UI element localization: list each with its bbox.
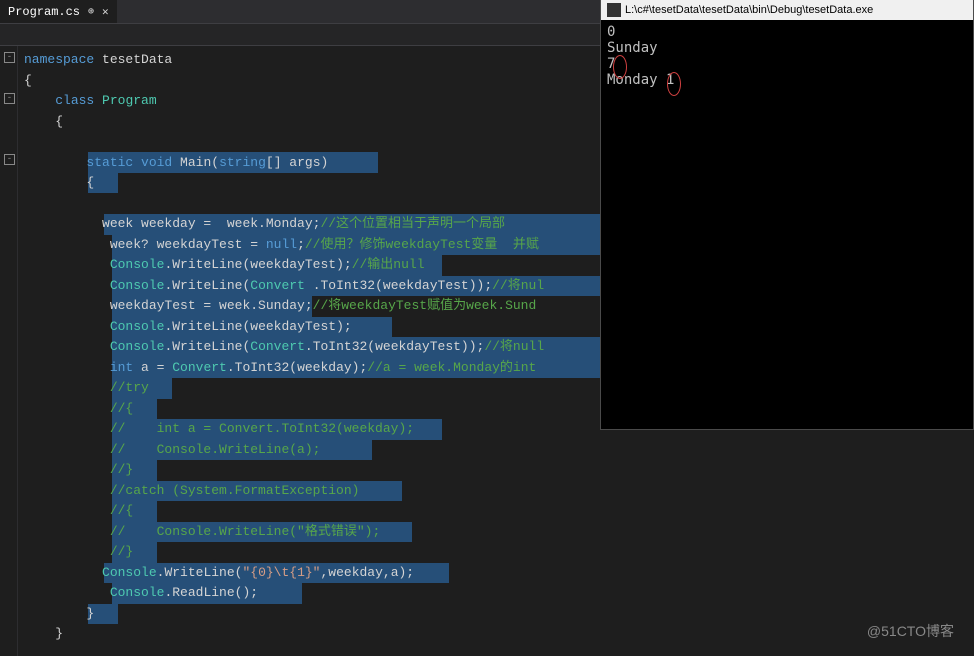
fold-button[interactable]: - xyxy=(4,52,15,63)
code-line: // Console.WriteLine("格式错误"); xyxy=(18,522,974,543)
console-line: 0 xyxy=(607,24,967,40)
annotation-circle xyxy=(613,55,627,79)
console-window[interactable]: L:\c#\tesetData\tesetData\bin\Debug\tese… xyxy=(600,0,974,430)
code-line: //catch (System.FormatException) xyxy=(18,481,974,502)
tab-title: Program.cs xyxy=(8,5,80,19)
fold-button[interactable]: - xyxy=(4,154,15,165)
code-line: } xyxy=(18,624,974,645)
fold-button[interactable]: - xyxy=(4,93,15,104)
console-icon xyxy=(607,3,621,17)
console-line: Sunday xyxy=(607,40,967,56)
file-tab[interactable]: Program.cs ⊕ ✕ xyxy=(0,0,117,23)
pin-icon[interactable]: ⊕ xyxy=(88,6,94,18)
console-line: 7 xyxy=(607,56,967,72)
console-line: Monday 1 xyxy=(607,72,967,88)
code-line: Console.WriteLine("{0}\t{1}",weekday,a); xyxy=(18,563,974,584)
code-line: Console.ReadLine(); xyxy=(18,583,974,604)
code-line: //} xyxy=(18,460,974,481)
code-line: //} xyxy=(18,542,974,563)
close-icon[interactable]: ✕ xyxy=(102,5,109,19)
console-output: 0 Sunday 7 Monday 1 xyxy=(601,20,973,92)
code-line: //{ xyxy=(18,501,974,522)
folding-gutter: - - - xyxy=(0,46,18,656)
console-title-text: L:\c#\tesetData\tesetData\bin\Debug\tese… xyxy=(625,4,873,16)
code-line: // Console.WriteLine(a); xyxy=(18,440,974,461)
annotation-circle xyxy=(667,72,681,96)
code-line: } xyxy=(18,604,974,625)
console-titlebar[interactable]: L:\c#\tesetData\tesetData\bin\Debug\tese… xyxy=(601,0,973,20)
watermark: @51CTO博客 xyxy=(867,621,954,641)
